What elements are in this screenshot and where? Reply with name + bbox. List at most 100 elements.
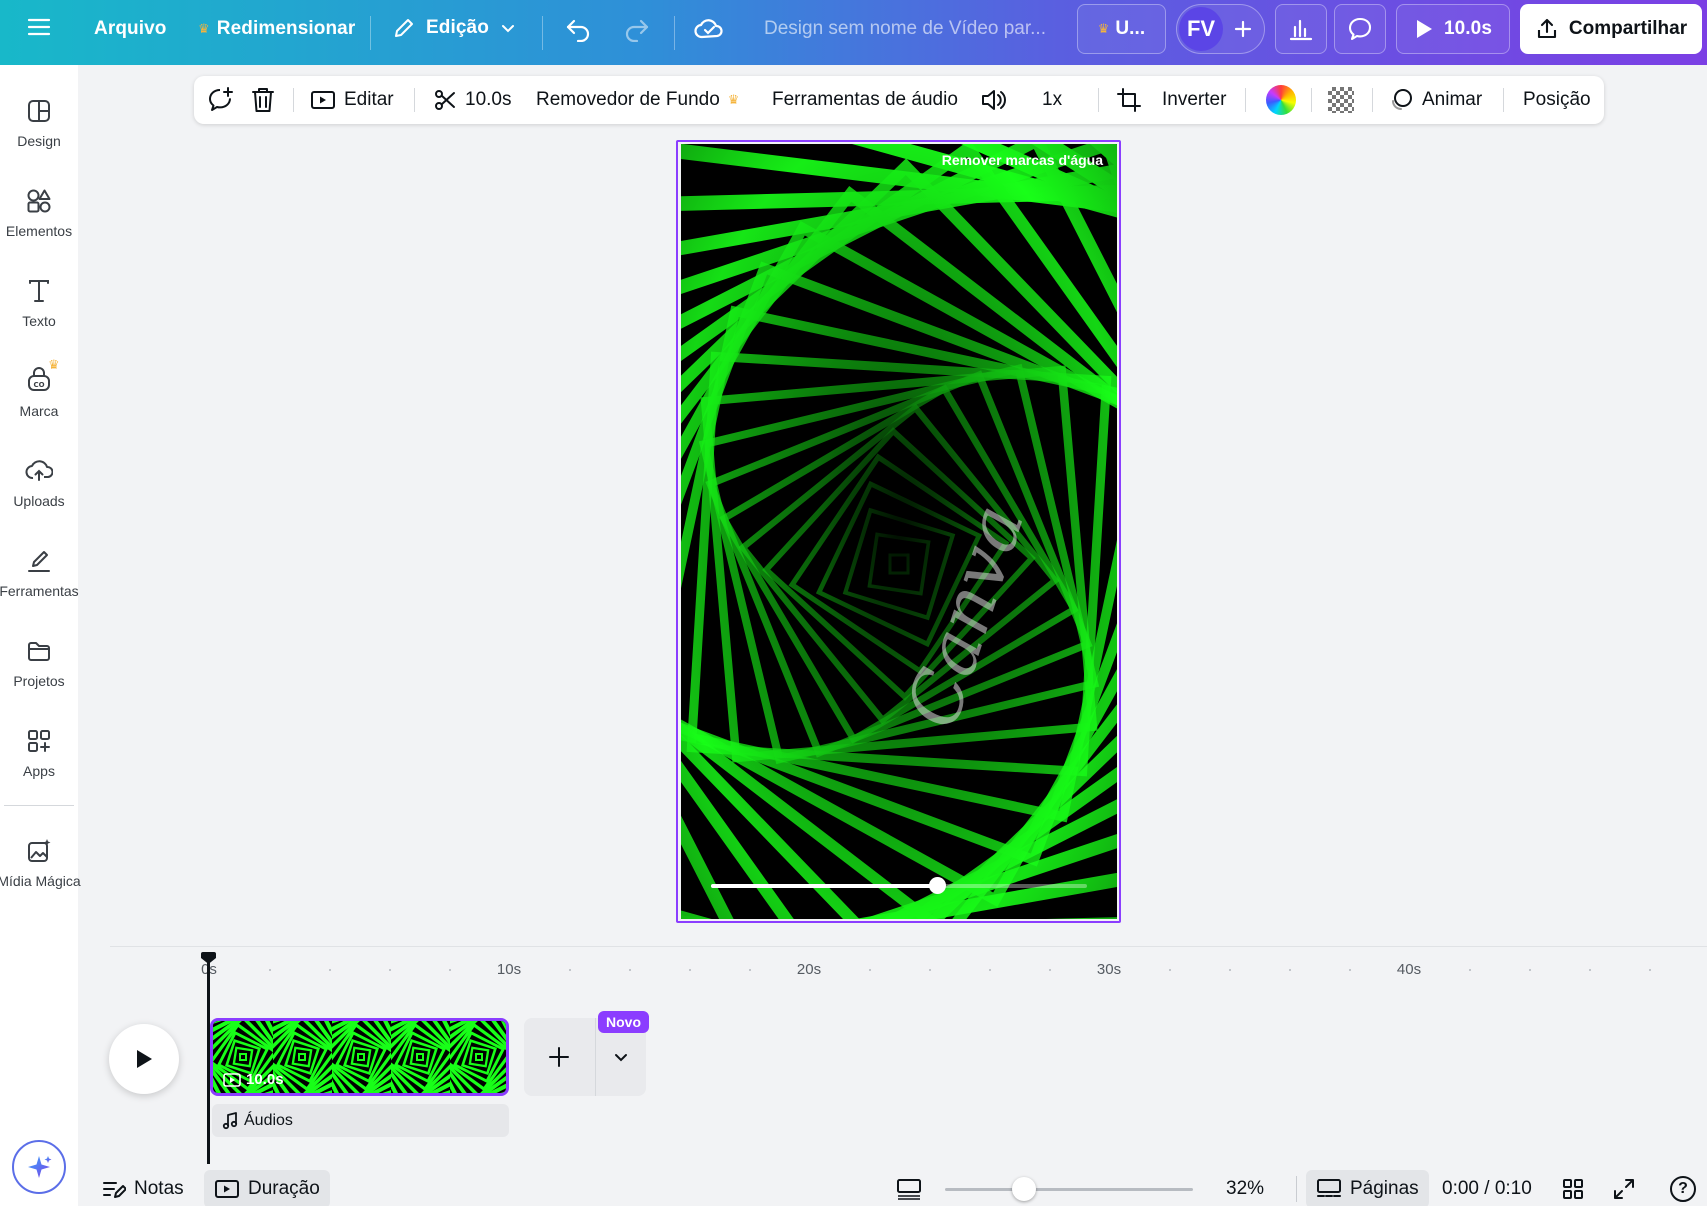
- file-menu-button[interactable]: Arquivo: [94, 18, 166, 40]
- video-seek-bar[interactable]: [711, 877, 1087, 894]
- ruler-tick: [989, 969, 991, 971]
- sidebar-item-midia-magica[interactable]: Mídia Mágica: [0, 827, 81, 907]
- seek-handle[interactable]: [928, 877, 946, 894]
- svg-text:CO: CO: [33, 381, 44, 389]
- edit-label: Editar: [344, 89, 394, 110]
- flip-label: Inverter: [1162, 89, 1227, 110]
- text-icon: [29, 280, 49, 302]
- collaborators-group: FV: [1176, 4, 1265, 54]
- sidebar-item-design[interactable]: Design: [0, 87, 78, 167]
- delete-icon[interactable]: [250, 76, 276, 124]
- flip-button[interactable]: Inverter: [1162, 76, 1226, 124]
- divider: [1372, 88, 1373, 112]
- grid-view-icon[interactable]: [1562, 1170, 1584, 1206]
- audio-tools-button[interactable]: Ferramentas de áudio: [772, 76, 958, 124]
- sparkle-icon: [28, 1156, 52, 1178]
- clip-duration: 10.0s: [246, 1071, 284, 1088]
- divider: [1296, 1176, 1297, 1202]
- cloud-upload-icon: [25, 460, 53, 481]
- clip-thumbnail: [331, 1021, 391, 1093]
- cloud-saved-icon[interactable]: [694, 15, 724, 43]
- insights-button[interactable]: [1275, 4, 1327, 54]
- sidebar-item-apps[interactable]: Apps: [0, 717, 78, 797]
- elements-shapes-icon: [27, 189, 51, 213]
- remove-watermark-button[interactable]: Remover marcas d'água: [942, 152, 1103, 168]
- color-picker-button[interactable]: [1266, 76, 1296, 124]
- volume-icon[interactable]: [980, 76, 1008, 124]
- edit-mode-dropdown[interactable]: Edição: [392, 16, 517, 40]
- notes-button[interactable]: Notas: [102, 1170, 184, 1206]
- audio-track[interactable]: Áudios: [212, 1104, 509, 1137]
- resize-label: Redimensionar: [216, 18, 356, 39]
- sidebar-item-ferramentas[interactable]: Ferramentas: [0, 537, 79, 617]
- pencil-icon: [395, 19, 413, 37]
- sidebar-item-marca[interactable]: ♛ CO Marca: [0, 357, 78, 437]
- crop-icon[interactable]: [1116, 76, 1142, 124]
- ruler-tick: [869, 969, 871, 971]
- position-button[interactable]: Posição: [1523, 76, 1591, 124]
- design-title-field[interactable]: Design sem nome de Vídeo par...: [764, 18, 1046, 40]
- position-label: Posição: [1523, 89, 1591, 110]
- transparency-button[interactable]: [1328, 76, 1354, 124]
- hamburger-menu-icon[interactable]: [26, 14, 52, 40]
- video-icon: [223, 1072, 241, 1087]
- divider: [370, 16, 371, 50]
- avatar[interactable]: FV: [1179, 7, 1223, 51]
- duration-button[interactable]: Duração: [204, 1170, 330, 1206]
- ruler-tick: [1229, 969, 1231, 971]
- ruler-tick: [389, 969, 391, 971]
- draw-tools-icon: [28, 551, 50, 572]
- video-clip[interactable]: 10.0s: [210, 1018, 509, 1096]
- pages-button[interactable]: Páginas: [1306, 1170, 1429, 1206]
- timeline-ruler[interactable]: 0s 10s 20s 30s 40s: [200, 955, 1700, 985]
- speed-label: 1x: [1042, 89, 1063, 110]
- replace-comment-icon[interactable]: [206, 76, 234, 124]
- magic-assistant-button[interactable]: [12, 1140, 66, 1194]
- new-badge: Novo: [598, 1011, 649, 1033]
- fullscreen-icon[interactable]: [1612, 1170, 1636, 1206]
- edit-video-button[interactable]: Editar: [310, 76, 394, 124]
- chevron-down-icon: [501, 25, 514, 33]
- ruler-tick: [1169, 969, 1171, 971]
- divider: [674, 16, 675, 50]
- share-button[interactable]: Compartilhar: [1520, 4, 1702, 54]
- undo-icon[interactable]: [565, 16, 593, 42]
- time-display: 0:00 / 0:10: [1442, 1170, 1532, 1206]
- crown-icon: ♛: [48, 357, 60, 372]
- sidebar-item-label: Projetos: [13, 673, 65, 689]
- design-canvas[interactable]: Canva Remover marcas d'água: [681, 144, 1117, 919]
- page-view-icon[interactable]: [896, 1170, 922, 1206]
- redo-icon[interactable]: [622, 16, 650, 42]
- add-clip-button[interactable]: [524, 1018, 594, 1096]
- divider: [1098, 88, 1099, 112]
- animate-icon: [1392, 89, 1412, 110]
- sidebar-item-label: Elementos: [5, 223, 73, 239]
- comments-button[interactable]: [1334, 4, 1386, 54]
- ruler-tick: [629, 969, 631, 971]
- speed-button[interactable]: 1x: [1042, 76, 1062, 124]
- sidebar-item-texto[interactable]: Texto: [0, 267, 78, 347]
- zoom-slider[interactable]: [945, 1177, 1193, 1201]
- audio-tools-label: Ferramentas de áudio: [772, 89, 958, 110]
- resize-button[interactable]: ♛ Redimensionar: [198, 18, 355, 40]
- zoom-slider-handle[interactable]: [1012, 1177, 1037, 1201]
- sidebar-item-projetos[interactable]: Projetos: [0, 627, 78, 707]
- timeline-play-button[interactable]: [109, 1024, 179, 1094]
- sidebar-item-uploads[interactable]: Uploads: [0, 447, 78, 527]
- help-button[interactable]: ?: [1670, 1170, 1696, 1206]
- trim-button[interactable]: 10.0s: [433, 76, 511, 124]
- ruler-tick: [1529, 969, 1531, 971]
- green-spiral-tunnel-artwork: [681, 144, 1117, 919]
- notes-label: Notas: [134, 1178, 184, 1199]
- ruler-tick: [569, 969, 571, 971]
- comment-icon: [1348, 17, 1372, 41]
- upgrade-button[interactable]: ♛ U...: [1077, 4, 1166, 54]
- sidebar-item-elementos[interactable]: Elementos: [0, 177, 78, 257]
- add-collaborator-icon[interactable]: [1227, 13, 1259, 45]
- animate-button[interactable]: Animar: [1388, 76, 1482, 124]
- play-preview-button[interactable]: 10.0s: [1396, 4, 1510, 54]
- clip-thumbnail: [449, 1021, 506, 1093]
- background-remover-button[interactable]: Removedor de Fundo ♛: [536, 76, 739, 124]
- share-upload-icon: [1537, 18, 1556, 39]
- zoom-percent-button[interactable]: 32%: [1226, 1170, 1264, 1206]
